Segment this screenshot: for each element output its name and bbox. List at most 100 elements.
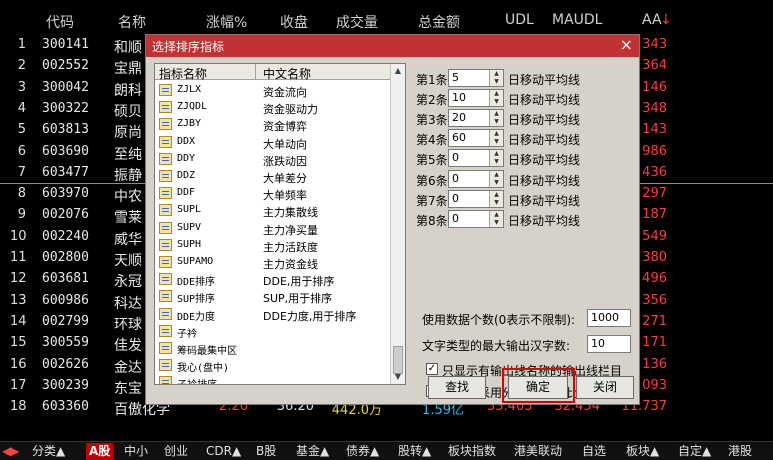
row-number: 1 bbox=[17, 37, 26, 52]
list-item[interactable]: DDY 涨跌动因 bbox=[155, 151, 391, 168]
spin-arrows-icon[interactable]: ▲ ▼ bbox=[489, 130, 503, 147]
list-item[interactable]: DDZ 大单差分 bbox=[155, 168, 391, 185]
indicator-code: SUPAMO bbox=[177, 256, 214, 267]
tab-market-10[interactable]: 港美联动 bbox=[514, 443, 562, 460]
spin-arrows-icon[interactable]: ▲ ▼ bbox=[489, 110, 503, 127]
list-item[interactable]: DDE力度 DDE力度,用于排序 bbox=[155, 306, 391, 323]
ma-period-value[interactable]: 0 bbox=[452, 212, 459, 225]
indicator-code: ZJBY bbox=[177, 118, 202, 130]
ma-period-stepper[interactable]: 0 ▲ ▼ bbox=[448, 149, 504, 168]
row-number: 14 bbox=[10, 313, 27, 329]
stock-name: 硕贝 bbox=[114, 103, 142, 120]
list-scrollbar[interactable]: ▲ ▼ bbox=[390, 64, 405, 384]
ok-button[interactable]: 确定 bbox=[508, 376, 568, 399]
tab-market-0[interactable]: 分类▲ bbox=[32, 443, 65, 460]
col-udl[interactable]: UDL bbox=[505, 12, 534, 28]
indicator-code: SUPH bbox=[177, 238, 202, 250]
col-volume[interactable]: 成交量 bbox=[336, 12, 378, 32]
tab-market-9[interactable]: 板块指数 bbox=[448, 443, 496, 460]
stock-code: 002552 bbox=[42, 58, 89, 74]
stock-name: 东宝 bbox=[114, 380, 142, 397]
indicator-formula-icon bbox=[159, 342, 172, 354]
stock-aa: 187 bbox=[642, 207, 667, 223]
list-item[interactable]: 子衿排序 bbox=[155, 374, 391, 384]
checkbox-check-icon[interactable]: ✓ bbox=[426, 363, 438, 375]
tab-market-7[interactable]: 债券▲ bbox=[346, 443, 379, 460]
ma-period-stepper[interactable]: 10 ▲ ▼ bbox=[448, 89, 504, 108]
ma-period-value[interactable]: 60 bbox=[452, 131, 466, 144]
ma-line-setting: 第7条 0 ▲ ▼ 日移动平均线 bbox=[414, 189, 638, 209]
tab-market-13[interactable]: 自定▲ bbox=[678, 443, 711, 460]
list-item[interactable]: SUPAMO 主力资金线 bbox=[155, 254, 391, 271]
list-item[interactable]: DDX 大单动向 bbox=[155, 134, 391, 151]
tab-market-14[interactable]: 港股 bbox=[728, 443, 752, 460]
list-item[interactable]: SUPH 主力活跃度 bbox=[155, 237, 391, 254]
max-chars-input[interactable]: 10 bbox=[587, 335, 631, 353]
ma-period-value[interactable]: 5 bbox=[452, 71, 459, 84]
col-close[interactable]: 收盘 bbox=[280, 12, 308, 32]
col-aa[interactable]: AA bbox=[642, 12, 662, 28]
ma-period-stepper[interactable]: 60 ▲ ▼ bbox=[448, 129, 504, 148]
col-code[interactable]: 代码 bbox=[46, 12, 74, 32]
col-pct[interactable]: 涨幅% bbox=[206, 12, 247, 32]
spin-arrows-icon[interactable]: ▲ ▼ bbox=[489, 210, 503, 227]
tab-market-6[interactable]: 基金▲ bbox=[296, 443, 329, 460]
tab-market-12[interactable]: 板块▲ bbox=[626, 443, 659, 460]
col-name[interactable]: 名称 bbox=[118, 12, 146, 32]
indicator-code: DDF bbox=[177, 187, 196, 199]
find-button[interactable]: 查找 bbox=[428, 376, 486, 399]
list-header-cn-name[interactable]: 中文名称 bbox=[263, 65, 311, 82]
list-item[interactable]: SUPL 主力集散线 bbox=[155, 202, 391, 219]
col-maudl[interactable]: MAUDL bbox=[552, 12, 602, 28]
list-item[interactable]: ZJBY 资金博弈 bbox=[155, 116, 391, 133]
stock-code: 002076 bbox=[42, 207, 89, 223]
spin-arrows-icon[interactable]: ▲ ▼ bbox=[489, 70, 503, 86]
ma-period-stepper[interactable]: 20 ▲ ▼ bbox=[448, 109, 504, 128]
tab-market-1[interactable]: A股 bbox=[86, 443, 114, 460]
spin-arrows-icon[interactable]: ▲ ▼ bbox=[489, 150, 503, 167]
list-item[interactable]: DDE排序 DDE,用于排序 bbox=[155, 271, 391, 288]
ma-period-value[interactable]: 10 bbox=[452, 91, 466, 104]
list-item[interactable]: 子衿 bbox=[155, 323, 391, 340]
ma-line-label: 第4条 bbox=[416, 133, 448, 148]
close-icon[interactable]: × bbox=[620, 35, 633, 54]
tab-market-4[interactable]: CDR▲ bbox=[206, 443, 241, 460]
indicator-list[interactable]: 指标名称 中文名称 ZJLX 资金流向 ZJQDL 资金驱动力 ZJBY 资金博弈 DDX 大… bbox=[154, 63, 406, 385]
tab-market-3[interactable]: 创业 bbox=[164, 443, 188, 460]
ma-period-value[interactable]: 0 bbox=[452, 172, 459, 185]
ma-period-stepper[interactable]: 0 ▲ ▼ bbox=[448, 169, 504, 188]
tab-market-2[interactable]: 中小 bbox=[124, 443, 148, 460]
list-item[interactable]: SUPV 主力净买量 bbox=[155, 220, 391, 237]
col-amount[interactable]: 总金额 bbox=[418, 12, 460, 32]
spin-arrows-icon[interactable]: ▲ ▼ bbox=[489, 170, 503, 187]
ma-period-value[interactable]: 0 bbox=[452, 192, 459, 205]
data-count-input[interactable]: 1000 bbox=[587, 309, 631, 327]
row-number: 9 bbox=[17, 207, 26, 223]
list-header-name[interactable]: 指标名称 bbox=[159, 65, 207, 82]
scroll-down-icon[interactable]: ▼ bbox=[391, 370, 405, 384]
list-item[interactable]: SUP排序 SUP,用于排序 bbox=[155, 288, 391, 305]
list-item[interactable]: DDF 大单频率 bbox=[155, 185, 391, 202]
ma-period-stepper[interactable]: 0 ▲ ▼ bbox=[448, 209, 504, 228]
ma-period-value[interactable]: 20 bbox=[452, 111, 466, 124]
close-button[interactable]: 关闭 bbox=[576, 376, 634, 399]
indicator-formula-icon bbox=[159, 135, 172, 148]
stock-code: 603970 bbox=[42, 186, 89, 202]
spin-arrows-icon[interactable]: ▲ ▼ bbox=[489, 190, 503, 207]
tab-market-11[interactable]: 自选 bbox=[582, 443, 606, 460]
ma-period-stepper[interactable]: 5 ▲ ▼ bbox=[448, 69, 504, 87]
spin-arrows-icon[interactable]: ▲ ▼ bbox=[489, 90, 503, 107]
tab-scroll-right-icon[interactable]: ▶ bbox=[10, 443, 19, 460]
ma-period-value[interactable]: 0 bbox=[452, 151, 459, 164]
ma-period-stepper[interactable]: 0 ▲ ▼ bbox=[448, 189, 504, 208]
dialog-titlebar[interactable]: 选择排序指标 × bbox=[146, 35, 639, 57]
list-item[interactable]: 我心(盘中) bbox=[155, 357, 391, 374]
scroll-up-icon[interactable]: ▲ bbox=[391, 64, 405, 78]
stock-aa: 496 bbox=[642, 271, 667, 287]
tab-market-5[interactable]: B股 bbox=[256, 443, 276, 460]
tab-market-8[interactable]: 股转▲ bbox=[398, 443, 431, 460]
indicator-code: 子衿排序 bbox=[177, 376, 217, 384]
list-item[interactable]: ZJLX 资金流向 bbox=[155, 82, 391, 99]
list-item[interactable]: ZJQDL 资金驱动力 bbox=[155, 99, 391, 116]
list-item[interactable]: 筹码最集中区 bbox=[155, 340, 391, 357]
